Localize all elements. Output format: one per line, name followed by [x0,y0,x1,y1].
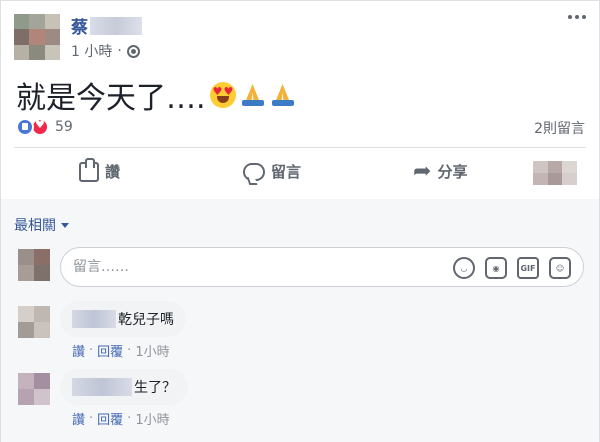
separator: · [89,411,94,426]
comment-timestamp[interactable]: 1小時 [135,409,169,428]
divider [14,147,586,148]
comment-text: 生了？ [134,380,176,396]
heart-eyes-emoji-icon [209,82,236,108]
separator: · [127,411,132,426]
post-body: 就是今天了…. [16,73,296,117]
speech-bubble-icon [243,162,265,181]
like-button-label: 讚 [105,163,121,181]
comment-input[interactable] [73,259,433,275]
comment-reply-link[interactable]: 回覆 [97,341,123,360]
folded-hands-emoji-icon [240,82,266,108]
comment-input-tools: ◡ ◉ GIF ☺ [453,257,571,279]
page-selector-avatar[interactable] [533,161,577,185]
commenter-avatar[interactable] [18,373,50,405]
comment-input-box[interactable]: ◡ ◉ GIF ☺ [60,247,584,287]
comment-bubble: 乾兒子嗎 [60,301,186,337]
post-timestamp[interactable]: 1 小時 [71,41,112,61]
globe-icon[interactable] [126,44,140,58]
author-avatar[interactable] [14,14,60,60]
gif-icon[interactable]: GIF [517,257,539,279]
reaction-count[interactable]: 59 [55,119,73,135]
author-name[interactable]: 蔡 [71,13,88,38]
chevron-down-icon [61,222,69,228]
comment-reply-link[interactable]: 回覆 [97,409,123,428]
reactions-summary[interactable]: 59 [16,118,73,136]
separator: · [127,343,132,358]
smiley-icon[interactable]: ◡ [453,257,475,279]
comment-sort-dropdown[interactable]: 最相關 [14,215,69,235]
comment-button[interactable]: 留言 [243,161,301,182]
author-name-blurred [90,16,142,35]
camera-icon[interactable]: ◉ [485,257,507,279]
separator: · [89,343,94,358]
post-card: 蔡 1 小時 · 就是今天了…. 59 2則留言 讚 留言 ➦ 分享 [0,0,600,442]
sticker-icon[interactable]: ☺ [549,257,571,279]
comment-text: 乾兒子嗎 [118,312,174,328]
like-button[interactable]: 讚 [79,157,121,182]
comment-like-link[interactable]: 讚 [72,341,85,360]
commenter-name-blurred[interactable] [72,310,116,328]
comment-bubble: 生了？ [60,369,188,405]
post-text: 就是今天了…. [16,81,206,116]
comment-actions: 讚 · 回覆 · 1小時 [72,409,170,428]
more-options-icon[interactable] [568,15,586,19]
author-name-link[interactable]: 蔡 [71,13,142,38]
comment-actions: 讚 · 回覆 · 1小時 [72,341,170,360]
folded-hands-emoji-icon [270,82,296,108]
comment-like-link[interactable]: 讚 [72,409,85,428]
post-meta: 1 小時 · [71,41,140,61]
share-button-label: 分享 [437,163,468,181]
comment-count[interactable]: 2則留言 [534,118,585,138]
like-reaction-icon [16,118,34,136]
commenter-avatar[interactable] [18,306,50,338]
share-arrow-icon: ➦ [413,158,432,184]
thumbs-up-icon [79,157,99,182]
comment-timestamp[interactable]: 1小時 [135,341,169,360]
comment-sort-label: 最相關 [14,218,56,234]
current-user-avatar[interactable] [18,249,50,281]
commenter-name-blurred[interactable] [72,378,132,396]
comment-button-label: 留言 [271,163,302,181]
meta-separator: · [117,43,122,59]
share-button[interactable]: ➦ 分享 [413,158,468,184]
